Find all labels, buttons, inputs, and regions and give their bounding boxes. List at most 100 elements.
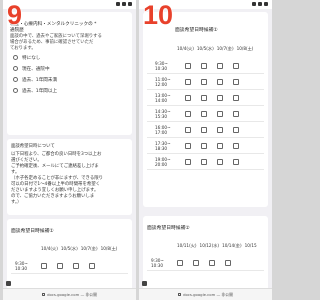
date-header-row: 10/11(火) 10/12(水) 10/14(金) 10/15: [147, 243, 264, 249]
time-end: 10:30: [151, 262, 164, 268]
checkbox[interactable]: [233, 158, 239, 165]
time-row: 13:00~ 14:00: [147, 90, 264, 106]
date-header: 10/4(火): [177, 46, 194, 51]
question-text: 職歴・心療内科・メンタルクリニックの * 通院歴 面談の中で、過去やご家族につい…: [10, 22, 130, 52]
date-header: 10/4(火): [41, 246, 58, 251]
checkbox[interactable]: [217, 78, 223, 85]
checkbox[interactable]: [233, 78, 239, 85]
desc-line: す。）: [11, 200, 22, 205]
checkbox[interactable]: [225, 259, 231, 266]
checkbox[interactable]: [233, 126, 239, 133]
url-bar[interactable]: docs.google.com — 非公開: [3, 288, 136, 300]
lock-icon: [42, 293, 46, 296]
radio-group: 特になし 現在、通院中 過去、1年間未満 過去、1年間以上: [13, 52, 57, 96]
checkbox[interactable]: [185, 126, 191, 133]
time-end: 17:00: [155, 129, 168, 135]
step-number: 9: [6, 0, 23, 30]
checkbox[interactable]: [217, 142, 223, 149]
checkbox[interactable]: [57, 262, 63, 269]
schedule-card: 面談希望日時候補① 10/4(火) 10/5(水) 10/7(金) 10/8(土…: [143, 12, 268, 207]
url-bar[interactable]: docs.google.com — 非公開: [139, 288, 272, 300]
radio-option[interactable]: 現在、通院中: [13, 63, 57, 74]
radio-option[interactable]: 過去、1年間未満: [13, 74, 57, 85]
time-row: 9:30~ 10:30: [147, 255, 264, 271]
time-end: 20:00: [155, 161, 168, 167]
date-header: 10/11(火): [177, 243, 197, 248]
date-header-row: 10/4(火) 10/5(水) 10/7(金) 10/8(土): [11, 246, 128, 252]
checkbox[interactable]: [185, 78, 191, 85]
radio-label: 特になし: [22, 55, 41, 61]
checkbox[interactable]: [217, 110, 223, 117]
checkbox[interactable]: [185, 94, 191, 101]
checkbox[interactable]: [201, 62, 207, 69]
time-end: 10:30: [155, 65, 168, 71]
checkbox[interactable]: [89, 262, 95, 269]
checkbox[interactable]: [185, 142, 191, 149]
radio-button[interactable]: [13, 66, 18, 71]
radio-button[interactable]: [13, 77, 18, 82]
checkbox[interactable]: [217, 94, 223, 101]
checkbox[interactable]: [201, 158, 207, 165]
checkbox[interactable]: [201, 126, 207, 133]
date-header-row: 10/4(火) 10/5(水) 10/7(金) 10/8(土): [147, 46, 264, 52]
time-label: 9:30~ 10:30: [147, 61, 185, 71]
checkbox[interactable]: [233, 110, 239, 117]
checkbox[interactable]: [233, 142, 239, 149]
lock-icon: [178, 293, 182, 296]
checkbox[interactable]: [193, 259, 199, 266]
date-header: 10/7(金): [216, 46, 234, 51]
checkbox[interactable]: [185, 158, 191, 165]
checkbox[interactable]: [233, 94, 239, 101]
phone-screen-right: 10 面談希望日時候補① 10/4(火) 10/5(水) 10/7(金) 10/…: [139, 0, 272, 300]
time-row: 14:30~ 15:30: [147, 106, 264, 122]
checkbox[interactable]: [233, 62, 239, 69]
checkbox[interactable]: [201, 142, 207, 149]
schedule-title: 面談希望日時候補②: [147, 226, 190, 231]
time-label: 19:00~ 20:00: [147, 157, 185, 167]
time-row: 19:00~ 20:00: [147, 154, 264, 170]
checkbox[interactable]: [185, 62, 191, 69]
checkbox[interactable]: [177, 259, 183, 266]
radio-label: 過去、1年間未満: [22, 77, 58, 83]
time-row: 11:00~ 12:00: [147, 74, 264, 90]
radio-button[interactable]: [13, 55, 18, 60]
signal-icon: [252, 2, 256, 6]
schedule-title: 面談希望日時候補①: [11, 229, 54, 234]
time-end: 12:00: [155, 81, 168, 87]
checkbox[interactable]: [73, 262, 79, 269]
time-end: 18:30: [155, 145, 168, 151]
time-row: 16:00~ 17:00: [147, 122, 264, 138]
url-text: docs.google.com — 非公開: [183, 291, 233, 297]
time-label: 9:30~ 10:30: [147, 258, 177, 268]
checkbox[interactable]: [201, 110, 207, 117]
radio-option[interactable]: 特になし: [13, 52, 57, 63]
checkbox[interactable]: [201, 78, 207, 85]
time-row: 17:30~ 18:30: [147, 138, 264, 154]
time-grid: 9:30~ 10:30 11:00~ 12:00 13:00~ 14:00 14:30…: [147, 58, 264, 170]
date-header: 10/8(土): [100, 246, 118, 251]
time-label: 14:30~ 15:30: [147, 109, 185, 119]
checkbox[interactable]: [201, 94, 207, 101]
schedule-card: 面談希望日時候補① 10/4(火) 10/5(水) 10/7(金) 10/8(土…: [7, 219, 132, 291]
radio-button[interactable]: [13, 88, 18, 93]
checkbox[interactable]: [217, 126, 223, 133]
feedback-icon[interactable]: [142, 281, 147, 286]
feedback-icon[interactable]: [6, 281, 11, 286]
radio-option[interactable]: 過去、1年間以上: [13, 85, 57, 96]
radio-label: 現在、通院中: [22, 66, 50, 72]
time-end: 14:00: [155, 97, 168, 103]
checkbox[interactable]: [217, 62, 223, 69]
checkbox[interactable]: [217, 158, 223, 165]
wifi-icon: [258, 2, 262, 6]
date-header: 10/7(金): [80, 246, 98, 251]
checkbox[interactable]: [209, 259, 215, 266]
date-header: 10/12(水): [199, 243, 220, 248]
time-label: 13:00~ 14:00: [147, 93, 185, 103]
schedule-description: 面談希望日時について 以下日程より、ご都合の良い日時を3つ以上お 選びください。…: [11, 144, 129, 206]
battery-icon: [264, 2, 268, 6]
url-text: docs.google.com — 非公開: [47, 291, 97, 297]
checkbox[interactable]: [185, 110, 191, 117]
date-header: 10/14(金): [222, 243, 242, 248]
checkbox[interactable]: [41, 262, 47, 269]
time-row: 9:30~ 10:30: [147, 58, 264, 74]
